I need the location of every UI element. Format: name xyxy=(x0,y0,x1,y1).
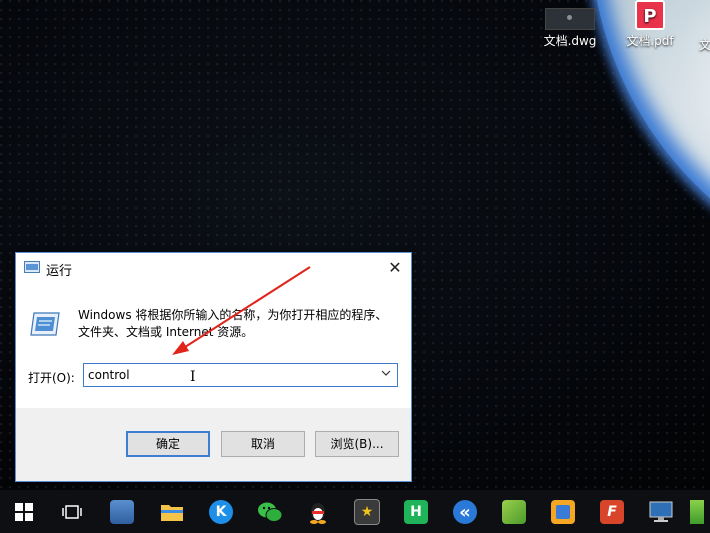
pdf-file-icon: P xyxy=(635,0,665,30)
dialog-content: Windows 将根据你所输入的名称，为你打开相应的程序、 文件夹、文档或 In… xyxy=(16,283,411,408)
h-editor-icon: H xyxy=(404,500,428,524)
dialog-titlebar[interactable]: 运行 ✕ xyxy=(16,253,411,283)
taskbar-app-orange[interactable] xyxy=(545,496,581,528)
monitor-icon xyxy=(649,501,673,522)
run-app-icon xyxy=(24,261,40,273)
f-app-icon: F xyxy=(600,500,624,524)
taskbar-file-explorer[interactable] xyxy=(154,496,190,528)
taskbar-app-f[interactable]: F xyxy=(594,496,630,528)
network-computer-icon xyxy=(110,500,134,524)
windows-logo-icon xyxy=(15,503,33,521)
close-icon: ✕ xyxy=(388,258,402,277)
taskbar-network-settings[interactable] xyxy=(104,496,140,528)
taskbar-app-dark[interactable]: ★ xyxy=(349,496,385,528)
run-program-icon xyxy=(30,312,60,336)
cancel-button[interactable]: 取消 xyxy=(221,431,305,457)
taskbar-kugou[interactable]: K xyxy=(203,496,239,528)
chevron-down-icon[interactable] xyxy=(381,368,391,378)
desktop-icon-label: 文 xyxy=(698,38,710,52)
double-chevron-icon: « xyxy=(453,500,477,524)
desktop-icon-dwg[interactable]: 文档.dwg xyxy=(540,6,600,49)
text-cursor-icon: I xyxy=(190,369,196,385)
green-tile-icon xyxy=(690,500,704,524)
wechat-icon xyxy=(258,502,283,522)
ok-button[interactable]: 确定 xyxy=(126,431,210,457)
taskbar-wechat[interactable] xyxy=(252,496,288,528)
orange-frame-icon xyxy=(551,500,575,524)
taskbar-task-view[interactable] xyxy=(54,496,90,528)
open-input[interactable] xyxy=(84,364,378,386)
desktop-icon-label: 文档.dwg xyxy=(543,34,597,48)
desktop-icon-pdf[interactable]: P 文档.pdf xyxy=(620,0,680,49)
k-music-icon: K xyxy=(209,500,233,524)
task-view-icon xyxy=(62,505,82,519)
star-app-icon: ★ xyxy=(354,499,380,525)
description-line: 文件夹、文档或 Internet 资源。 xyxy=(78,325,254,339)
open-label: 打开(O): xyxy=(28,371,75,385)
taskbar: K ★ H « F xyxy=(0,490,710,533)
dialog-description: Windows 将根据你所输入的名称，为你打开相应的程序、 文件夹、文档或 In… xyxy=(78,307,398,341)
folder-icon xyxy=(161,505,183,521)
dwg-file-icon xyxy=(545,8,595,30)
taskbar-qq[interactable] xyxy=(300,496,336,528)
open-combobox[interactable]: I xyxy=(83,363,398,387)
dialog-button-bar: 确定 取消 浏览(B)... xyxy=(16,408,411,481)
run-dialog: 运行 ✕ Windows 将根据你所输入的名称，为你打开相应的程序、 文件夹、文… xyxy=(15,252,412,482)
browse-button[interactable]: 浏览(B)... xyxy=(315,431,399,457)
taskbar-app-green[interactable] xyxy=(496,496,532,528)
desktop-icon-label: 文档.pdf xyxy=(626,34,674,48)
dialog-title: 运行 xyxy=(46,264,73,279)
desktop-icon-partial[interactable]: 文 xyxy=(695,34,710,53)
qq-penguin-icon xyxy=(310,503,326,524)
close-button[interactable]: ✕ xyxy=(379,253,411,283)
taskbar-kuaiya[interactable]: « xyxy=(447,496,483,528)
taskbar-hbuilder[interactable]: H xyxy=(398,496,434,528)
taskbar-start[interactable] xyxy=(6,496,42,528)
taskbar-remote-desktop[interactable] xyxy=(643,496,679,528)
taskbar-app-partial[interactable] xyxy=(690,496,710,528)
green-app-icon xyxy=(502,500,526,524)
description-line: Windows 将根据你所输入的名称，为你打开相应的程序、 xyxy=(78,308,388,322)
